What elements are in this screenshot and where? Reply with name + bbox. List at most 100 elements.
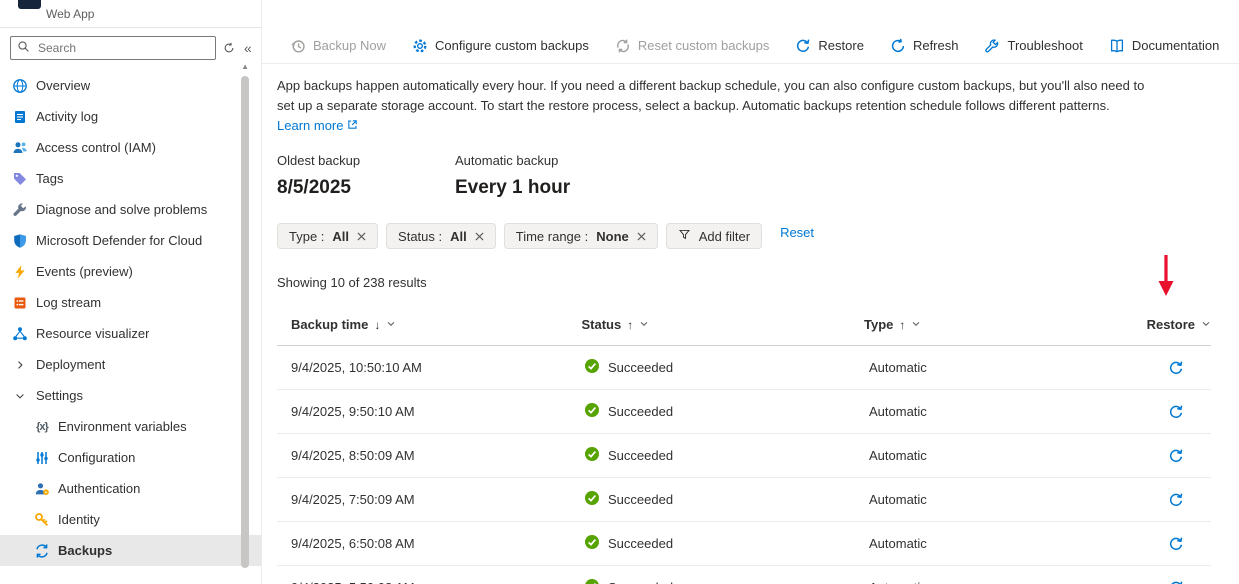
search-icon xyxy=(17,40,30,56)
oldest-backup-stat: Oldest backup 8/5/2025 xyxy=(277,153,455,199)
book-icon xyxy=(1109,38,1125,54)
reset-custom-backups-button[interactable]: Reset custom backups xyxy=(615,38,770,54)
column-header-status[interactable]: Status ↑ xyxy=(581,317,864,332)
scrollbar-up-arrow[interactable]: ▲ xyxy=(241,62,249,71)
funnel-icon xyxy=(678,228,691,244)
sort-desc-icon: ↓ xyxy=(374,318,380,332)
sidebar-item-backups[interactable]: Backups xyxy=(0,535,261,566)
filter-pill-type[interactable]: Type :All xyxy=(277,223,378,249)
backup-time-cell: 9/4/2025, 7:50:09 AM xyxy=(291,492,584,507)
restore-button[interactable]: Restore xyxy=(795,38,864,54)
status-cell: Succeeded xyxy=(584,358,869,377)
restore-cell xyxy=(1154,360,1211,376)
restore-cell xyxy=(1154,448,1211,464)
status-cell: Succeeded xyxy=(584,402,869,421)
restore-cell xyxy=(1154,404,1211,420)
search-box[interactable] xyxy=(10,36,216,60)
remove-filter-icon[interactable] xyxy=(637,232,646,241)
external-link-icon xyxy=(347,118,358,133)
reset-filters-link[interactable]: Reset xyxy=(780,225,814,240)
table-row[interactable]: 9/4/2025, 8:50:09 AM Succeeded Automatic xyxy=(277,434,1211,478)
row-restore-button[interactable] xyxy=(1168,492,1184,508)
sidebar-item-defender[interactable]: Microsoft Defender for Cloud xyxy=(0,225,261,256)
column-header-type[interactable]: Type ↑ xyxy=(864,317,1147,332)
row-restore-button[interactable] xyxy=(1168,580,1184,584)
sort-asc-icon: ↑ xyxy=(899,318,905,332)
row-restore-button[interactable] xyxy=(1168,448,1184,464)
collapse-menu-icon[interactable]: « xyxy=(242,41,254,55)
resource-title: Web App xyxy=(46,7,94,21)
success-check-icon xyxy=(584,534,600,553)
table-row[interactable]: 9/4/2025, 7:50:09 AM Succeeded Automatic xyxy=(277,478,1211,522)
red-annotation-arrow xyxy=(1155,254,1177,300)
troubleshoot-button[interactable]: Troubleshoot xyxy=(984,38,1082,54)
variables-icon: {x} xyxy=(34,419,50,435)
sidebar-item-tags[interactable]: Tags xyxy=(0,163,261,194)
learn-more-link[interactable]: Learn more xyxy=(277,118,358,133)
remove-filter-icon[interactable] xyxy=(475,232,484,241)
sidebar-item-log-stream[interactable]: Log stream xyxy=(0,287,261,318)
backups-icon xyxy=(34,543,50,559)
sidebar-item-resource-visualizer[interactable]: Resource visualizer xyxy=(0,318,261,349)
documentation-button[interactable]: Documentation xyxy=(1109,38,1219,54)
row-restore-button[interactable] xyxy=(1168,404,1184,420)
configure-custom-backups-button[interactable]: Configure custom backups xyxy=(412,38,589,54)
backup-now-button[interactable]: Backup Now xyxy=(290,38,386,54)
column-header-backup-time[interactable]: Backup time ↓ xyxy=(291,317,581,332)
sidebar-item-configuration[interactable]: Configuration xyxy=(0,442,261,473)
type-cell: Automatic xyxy=(869,492,1154,507)
refresh-button[interactable]: Refresh xyxy=(890,38,959,54)
backup-clock-icon xyxy=(290,38,306,54)
sidebar-item-environment-variables[interactable]: {x} Environment variables xyxy=(0,411,261,442)
restore-cell xyxy=(1154,536,1211,552)
search-input[interactable] xyxy=(36,40,209,56)
success-check-icon xyxy=(584,490,600,509)
sidebar-item-diagnose[interactable]: Diagnose and solve problems xyxy=(0,194,261,225)
results-summary: Showing 10 of 238 results xyxy=(277,275,1215,290)
remove-filter-icon[interactable] xyxy=(357,232,366,241)
success-check-icon xyxy=(584,358,600,377)
chevron-down-icon xyxy=(12,388,28,404)
type-cell: Automatic xyxy=(869,580,1154,584)
activity-log-icon xyxy=(12,109,28,125)
restore-cell xyxy=(1154,492,1211,508)
row-restore-button[interactable] xyxy=(1168,360,1184,376)
add-filter-button[interactable]: Add filter xyxy=(666,223,762,249)
sidebar-item-overview[interactable]: Overview xyxy=(0,70,261,101)
filter-pill-time-range[interactable]: Time range :None xyxy=(504,223,658,249)
sidebar-scrollbar[interactable] xyxy=(241,76,249,568)
backups-blade: Backup Now Configure custom backups Rese… xyxy=(262,0,1239,584)
resource-header: Web App xyxy=(0,0,261,28)
table-row[interactable]: 9/4/2025, 10:50:10 AM Succeeded Automati… xyxy=(277,346,1211,390)
sidebar-item-access-control[interactable]: Access control (IAM) xyxy=(0,132,261,163)
sidebar-search-row: « xyxy=(0,28,261,66)
automatic-backup-stat: Automatic backup Every 1 hour xyxy=(455,153,633,199)
tag-icon xyxy=(12,171,28,187)
backup-time-cell: 9/4/2025, 10:50:10 AM xyxy=(291,360,584,375)
status-cell: Succeeded xyxy=(584,578,869,584)
type-cell: Automatic xyxy=(869,404,1154,419)
command-bar: Backup Now Configure custom backups Rese… xyxy=(262,28,1239,64)
filter-pill-status[interactable]: Status :All xyxy=(386,223,496,249)
success-check-icon xyxy=(584,578,600,584)
table-row[interactable]: 9/4/2025, 9:50:10 AM Succeeded Automatic xyxy=(277,390,1211,434)
table-row[interactable]: 9/4/2025, 5:50:08 AM Succeeded Automatic xyxy=(277,566,1211,584)
backup-stats: Oldest backup 8/5/2025 Automatic backup … xyxy=(277,153,1215,199)
sidebar-item-activity-log[interactable]: Activity log xyxy=(0,101,261,132)
type-cell: Automatic xyxy=(869,448,1154,463)
filter-bar: Type :All Status :All Time range :None xyxy=(277,223,1215,249)
sidebar-item-events[interactable]: Events (preview) xyxy=(0,256,261,287)
sidebar-group-deployment[interactable]: Deployment xyxy=(0,349,261,380)
status-cell: Succeeded xyxy=(584,490,869,509)
sidebar-group-settings[interactable]: Settings xyxy=(0,380,261,411)
column-header-restore[interactable]: Restore xyxy=(1147,317,1211,332)
menu-refresh-icon[interactable] xyxy=(221,42,237,54)
sidebar-item-authentication[interactable]: Authentication xyxy=(0,473,261,504)
row-restore-button[interactable] xyxy=(1168,536,1184,552)
sidebar-item-identity[interactable]: Identity xyxy=(0,504,261,535)
access-control-icon xyxy=(12,140,28,156)
table-row[interactable]: 9/4/2025, 6:50:08 AM Succeeded Automatic xyxy=(277,522,1211,566)
resource-menu: Overview Activity log Access control (IA… xyxy=(0,66,261,566)
backup-time-cell: 9/4/2025, 8:50:09 AM xyxy=(291,448,584,463)
success-check-icon xyxy=(584,446,600,465)
